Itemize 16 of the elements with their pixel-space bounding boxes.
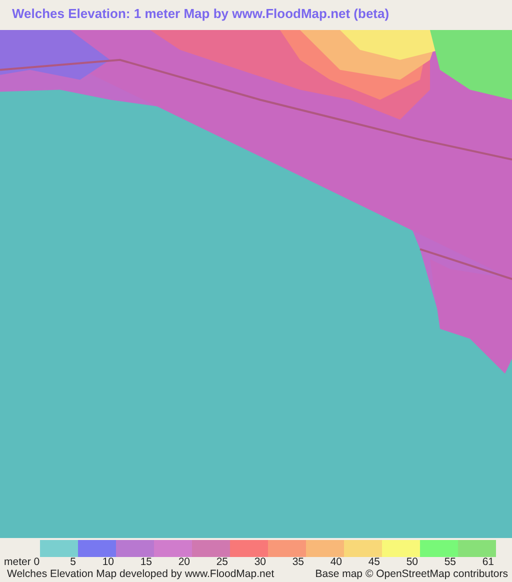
legend-label: 35 [292, 557, 304, 568]
legend-label: 30 [254, 557, 266, 568]
legend-label: 25 [216, 557, 228, 568]
legend-label: 55 [444, 557, 456, 568]
legend-label: meter 0 [3, 557, 38, 568]
legend-label: 61 [482, 557, 494, 568]
legend-label: 5 [70, 557, 76, 568]
legend-label: 40 [330, 557, 342, 568]
legend-label: 50 [406, 557, 418, 568]
legend-label: 10 [102, 557, 114, 568]
attribution-text: Base map © OpenStreetMap contributors [315, 568, 508, 580]
legend-label: 20 [178, 557, 190, 568]
legend-label: 15 [140, 557, 152, 568]
legend-label: 45 [368, 557, 380, 568]
page-title: Welches Elevation: 1 meter Map by www.FloodMap.net (beta) [11, 5, 390, 23]
credit-text: Welches Elevation Map developed by www.FloodMap.net [7, 568, 274, 580]
